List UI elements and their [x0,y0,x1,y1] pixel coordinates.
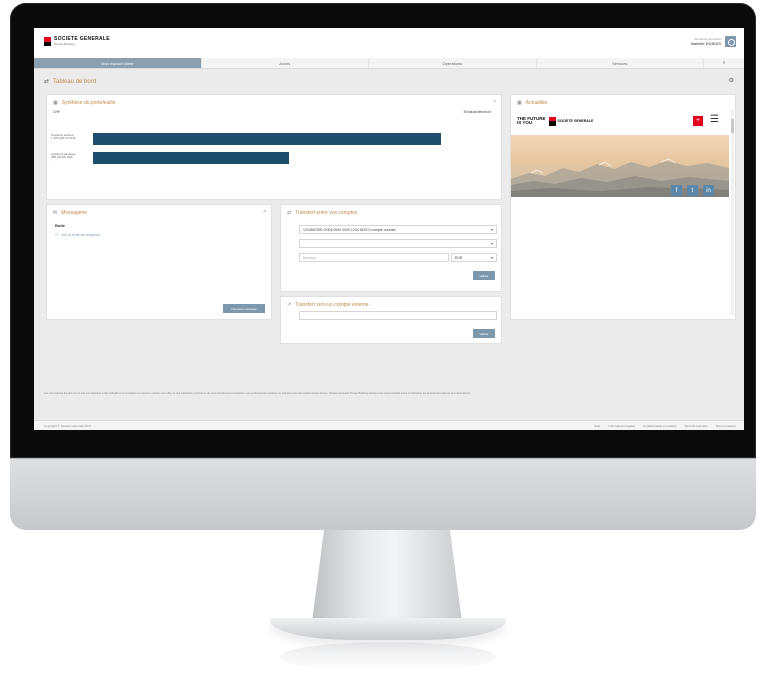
news-brand-logo: SOCIETE GENERALE [548,116,594,126]
bar-row: Positions passives 385 213,00 CHF - [51,152,493,164]
messaging-card: ✉ Messagerie × Boîte ☐ Voir la boîte de … [46,204,272,320]
chevron-down-icon: ▾ [490,255,493,260]
card-header: ▦ Actualités [517,100,547,106]
card-header: ▦ Synthèse du portefeuille [53,100,115,106]
stand-reflection [280,642,496,672]
news-brand-text: THE FUTURE IS YOU [517,116,546,126]
news-icon: ▦ [517,100,522,106]
tab-operations[interactable]: Opérations [369,58,537,68]
page-title: ⇄ Tableau de bord [44,78,97,86]
user-name[interactable]: Isabelle DUBOIS [691,41,721,46]
from-account-select[interactable]: 1234567890 CH04 0000 0000 1234 5678 9 co… [299,225,497,234]
screen: SOCIETE GENERALE Private Banking Dernièr… [34,28,744,430]
inbox-icon: ☐ [55,233,59,237]
tab-services[interactable]: Services [537,58,704,68]
inbox-label: Boîte [55,223,65,228]
main-nav: Mon espace client Avoirs Opérations Serv… [34,58,744,69]
validate-transfer-button[interactable]: Valider [473,271,495,280]
bar-passive-assets[interactable] [93,152,289,164]
page-title-text: Tableau de bord [53,78,97,85]
news-brand-tag: SOCIETE GENERALE [557,119,594,123]
currency-select[interactable]: EUR ▾ [451,253,497,262]
internal-transfer-card: ⇄ Transfert entre vos comptes 1234567890… [280,204,502,292]
chart-icon: ▦ [53,100,58,106]
twitter-icon[interactable]: t [687,185,698,196]
inbox-link-text: Voir la boîte de réception [61,233,100,237]
chevron-down-icon: ▾ [490,241,493,246]
inbox-link[interactable]: ☐ Voir la boîte de réception [55,233,100,237]
user-area: Dernière connexion Isabelle DUBOIS [691,36,736,47]
bar-active-assets[interactable] [93,133,441,145]
account-icon[interactable] [725,36,736,47]
bar-row: Positions actives 1 325 405,33 CHF - [51,133,493,145]
scrollbar-thumb[interactable] [731,119,734,133]
monitor-stand-foot [270,618,506,640]
validate-external-button[interactable]: Valider [473,329,495,338]
brand-mark-icon [44,37,51,46]
news-scrollbar[interactable] [731,109,734,315]
external-transfer-icon: ↗ [287,302,292,308]
linkedin-icon[interactable]: in [703,185,714,196]
monitor-chin [10,458,756,530]
monitor-stand-neck [312,530,462,622]
close-icon[interactable]: × [263,209,266,215]
tab-avoirs[interactable]: Avoirs [202,58,369,68]
footer-link[interactable]: Nous contacter [716,424,736,428]
settings-icon[interactable]: ⚙ [729,77,734,84]
card-title: Transfert vers un compte externe [295,302,369,308]
footer-link[interactable]: Sécurité bancaire [684,424,707,428]
facebook-icon[interactable]: f [671,185,682,196]
card-header: ✉ Messagerie [53,210,87,216]
hamburger-menu-icon[interactable]: ☰ [710,115,719,125]
footer-link[interactable]: Informations légales [608,424,635,428]
card-header: ↗ Transfert vers un compte externe [287,302,369,308]
bar-note: - [51,139,52,144]
card-title: Messagerie [61,210,88,216]
details-link[interactable]: Exhaustivité/avoir [464,110,491,114]
footer-link[interactable]: Confidentialité et cookies [643,424,676,428]
chevron-down-icon: ▾ [490,227,493,232]
brand-sub: Private Banking [54,42,76,46]
legal-disclaimer: Les informations figurant sur ce site so… [44,392,471,395]
currency-value: EUR [455,255,463,260]
dashboard-icon: ⇄ [44,79,50,85]
currency-label: CHF [53,110,61,114]
footer-link[interactable]: Aide [594,424,600,428]
bar-note: - [51,158,52,163]
external-transfer-card: ↗ Transfert vers un compte externe Valid… [280,296,502,344]
footer-bar: Copyright © Société Générale 2017 Aide I… [34,420,744,430]
to-account-select[interactable]: ▾ [299,239,497,248]
news-banner: THE FUTURE IS YOU SOCIETE GENERALE + ☰ [515,111,727,131]
portfolio-summary-card: ▦ Synthèse du portefeuille × CHF Exhaust… [46,94,502,200]
tab-mon-espace[interactable]: Mon espace client [34,58,202,68]
news-card: ▦ Actualités THE FUTURE IS YOU SOCIETE G… [510,94,736,320]
card-title: Transfert entre vos comptes [295,210,358,216]
new-message-button[interactable]: Nouveau message [223,304,265,313]
close-icon[interactable]: × [493,99,496,105]
amount-input[interactable]: Montant [299,253,449,262]
card-title: Synthèse du portefeuille [61,100,116,106]
transfer-icon: ⇄ [287,210,292,216]
card-title: Actualités [525,100,548,106]
nav-more-icon[interactable]: » [704,58,744,68]
brand-mark-icon [548,116,556,126]
mail-icon: ✉ [53,210,58,216]
from-account-value: 1234567890 CH04 0000 0000 1234 5678 9 co… [303,227,396,232]
app-header: SOCIETE GENERALE Private Banking Dernièr… [34,28,744,58]
news-brand-line2: IS YOU [517,120,533,125]
card-header: ⇄ Transfert entre vos comptes [287,210,357,216]
brand-logo[interactable]: SOCIETE GENERALE Private Banking [44,37,110,46]
news-add-icon[interactable]: + [693,116,703,126]
external-account-field[interactable] [299,311,497,320]
copyright: Copyright © Société Générale 2017 [44,424,92,428]
footer-links: Aide Informations légales Confidentialit… [594,424,736,428]
